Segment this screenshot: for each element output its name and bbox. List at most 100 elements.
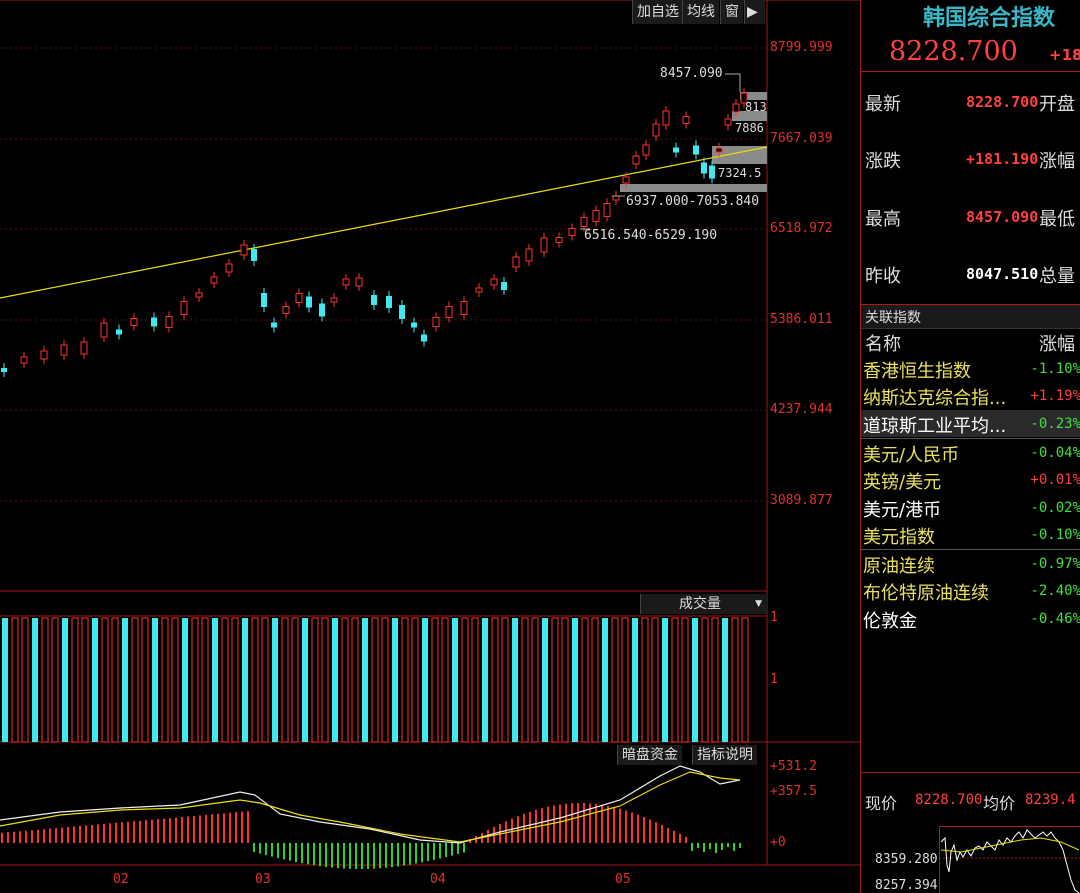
candle-body — [386, 296, 392, 308]
candle-body — [371, 295, 377, 305]
volume-bar — [81, 617, 89, 743]
volume-select-label: 成交量 — [679, 596, 721, 612]
mini-avg-line — [940, 837, 1080, 853]
volume-bar — [2, 618, 8, 742]
ma-button[interactable]: 均线 — [682, 0, 719, 24]
price-tick-6: 3089.877 — [770, 493, 833, 508]
volume-bar — [701, 617, 709, 743]
candle-body — [525, 248, 533, 262]
candle-body — [100, 322, 108, 338]
volume-bar — [182, 618, 188, 742]
volume-bar — [71, 617, 79, 743]
candle-body — [709, 165, 715, 179]
volume-bar — [611, 617, 619, 743]
candle-body — [116, 329, 122, 335]
volume-bar — [662, 618, 668, 742]
candle-body — [210, 276, 218, 284]
volume-bar — [51, 617, 59, 743]
indicator-help-button[interactable]: 指标说明 — [692, 745, 757, 765]
dark-pool-button[interactable]: 暗盘资金 — [617, 745, 682, 765]
candle-body — [60, 344, 68, 356]
volume-bar — [621, 617, 629, 743]
volume-bar — [731, 617, 739, 743]
volume-bar — [512, 618, 518, 742]
candle-body — [225, 263, 233, 273]
candle-body — [592, 210, 600, 222]
volume-bar — [482, 618, 488, 742]
volume-bar — [251, 617, 259, 743]
volume-bar — [161, 617, 169, 743]
volume-indicator-select[interactable]: 成交量 ▼ — [640, 594, 767, 614]
volume-tick-1: 1 — [770, 610, 778, 625]
candle-body — [632, 155, 640, 165]
trend-line — [0, 146, 768, 299]
volume-bar — [501, 617, 509, 743]
candle-body — [20, 356, 28, 364]
candle-body — [642, 144, 650, 156]
macd-tick-1: +531.2 — [770, 759, 817, 774]
candle-body — [701, 162, 707, 174]
volume-bar — [591, 617, 599, 743]
volume-bar — [321, 617, 329, 743]
candle-body — [151, 317, 157, 327]
volume-bar — [381, 617, 389, 743]
mini-tick-2: 8257.394 — [875, 878, 938, 893]
candle-body — [724, 118, 732, 126]
volume-bar — [32, 618, 38, 742]
volume-bar — [711, 617, 719, 743]
candle-body — [165, 316, 173, 328]
candle-body — [652, 123, 660, 137]
price-tick-1: 8799.999 — [770, 40, 833, 55]
volume-bar — [141, 617, 149, 743]
volume-bar — [281, 617, 289, 743]
candle-body — [1, 368, 7, 372]
volume-bar — [341, 617, 349, 743]
volume-bar — [362, 618, 368, 742]
volume-bar — [231, 617, 239, 743]
candle-body — [240, 244, 248, 256]
price-tick-5: 4237.944 — [770, 402, 833, 417]
volume-bar — [62, 618, 68, 742]
candle-body — [180, 301, 188, 315]
volume-bar — [692, 618, 698, 742]
add-watchlist-button[interactable]: 加自选 — [632, 0, 683, 24]
volume-bar — [671, 617, 679, 743]
candle-body — [555, 237, 563, 243]
candle-body — [673, 147, 679, 153]
x-label-05: 05 — [615, 872, 631, 887]
volume-bar — [741, 617, 749, 743]
candle-body — [319, 303, 325, 317]
mini-intraday-chart — [939, 829, 1080, 893]
candle-body — [80, 341, 88, 355]
gap-label-2: 7886 — [735, 121, 764, 135]
gap-label-5: 6516.540-6529.190 — [584, 228, 718, 243]
window-button[interactable]: 窗 — [720, 0, 743, 24]
candle-body — [475, 287, 483, 293]
volume-bar — [92, 618, 98, 742]
gap-label-3: 7324.5 — [718, 166, 762, 180]
volume-bar — [272, 618, 278, 742]
mini-tick-1: 8359.280 — [875, 852, 938, 867]
candle-body — [580, 217, 588, 227]
candle-body — [355, 277, 363, 287]
panel-borders — [0, 0, 860, 866]
price-dotted-gridlines — [0, 47, 767, 502]
macd-tick-3: +0 — [770, 835, 786, 850]
volume-bar — [572, 618, 578, 742]
volume-bar — [392, 618, 398, 742]
volume-bar — [681, 617, 689, 743]
volume-bar — [471, 617, 479, 743]
volume-bar — [521, 617, 529, 743]
volume-bar — [131, 617, 139, 743]
volume-bar — [311, 617, 319, 743]
candle-body — [295, 293, 303, 303]
candle-body — [501, 282, 507, 290]
candle-body — [432, 317, 440, 327]
candle-body — [130, 318, 138, 326]
candle-body — [445, 306, 453, 318]
volume-bar — [171, 617, 179, 743]
volume-bar — [531, 617, 539, 743]
volume-bar — [602, 618, 608, 742]
collapse-arrow-icon[interactable]: ▶ — [744, 0, 765, 24]
chevron-down-icon: ▼ — [755, 599, 762, 609]
